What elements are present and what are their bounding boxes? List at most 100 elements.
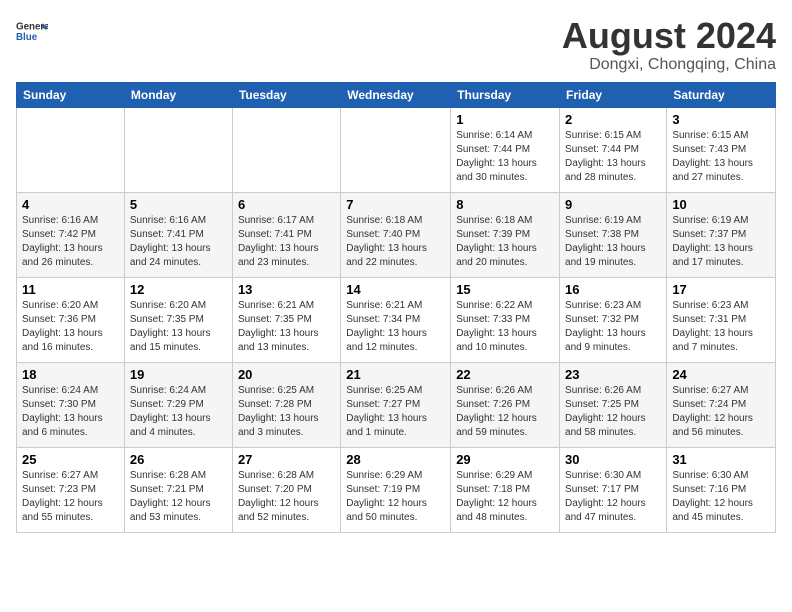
calendar-cell: 24 Sunrise: 6:27 AM Sunset: 7:24 PM Dayli… [667, 362, 776, 447]
day-info: Sunrise: 6:28 AM Sunset: 7:21 PM Dayligh… [130, 469, 227, 525]
calendar-cell: 11Sunrise: 6:20 AM Sunset: 7:36 PM Dayli… [17, 277, 125, 362]
logo: General Blue [16, 16, 48, 48]
weekday-header-thursday: Thursday [451, 82, 560, 107]
day-number: 3 [672, 112, 770, 127]
day-number: 16 [565, 282, 661, 297]
calendar-cell: 15Sunrise: 6:22 AM Sunset: 7:33 PM Dayli… [451, 277, 560, 362]
calendar-cell: 31 Sunrise: 6:30 AM Sunset: 7:16 PM Dayli… [667, 447, 776, 532]
day-number: 2 [565, 112, 661, 127]
day-info: Sunrise: 6:26 AM Sunset: 7:25 PM Dayligh… [565, 384, 661, 440]
calendar-cell: 3Sunrise: 6:15 AM Sunset: 7:43 PM Daylig… [667, 107, 776, 192]
calendar-cell: 29Sunrise: 6:29 AM Sunset: 7:18 PM Dayli… [451, 447, 560, 532]
calendar-table: SundayMondayTuesdayWednesdayThursdayFrid… [16, 82, 776, 533]
calendar-cell: 9 Sunrise: 6:19 AM Sunset: 7:38 PM Daylig… [560, 192, 667, 277]
day-number: 28 [346, 452, 445, 467]
day-number: 29 [456, 452, 554, 467]
day-number: 8 [456, 197, 554, 212]
calendar-week-row: 11Sunrise: 6:20 AM Sunset: 7:36 PM Dayli… [17, 277, 776, 362]
calendar-cell: 17 Sunrise: 6:23 AM Sunset: 7:31 PM Dayli… [667, 277, 776, 362]
day-number: 23 [565, 367, 661, 382]
day-info: Sunrise: 6:20 AM Sunset: 7:35 PM Dayligh… [130, 299, 227, 355]
calendar-cell: 2Sunrise: 6:15 AM Sunset: 7:44 PM Daylig… [560, 107, 667, 192]
calendar-cell: 28 Sunrise: 6:29 AM Sunset: 7:19 PM Dayli… [341, 447, 451, 532]
page-header: General Blue August 2024 Dongxi, Chongqi… [16, 16, 776, 74]
day-number: 11 [22, 282, 119, 297]
calendar-cell: 23 Sunrise: 6:26 AM Sunset: 7:25 PM Dayli… [560, 362, 667, 447]
month-year-title: August 2024 [562, 16, 776, 56]
day-info: Sunrise: 6:27 AM Sunset: 7:24 PM Dayligh… [672, 384, 770, 440]
day-info: Sunrise: 6:30 AM Sunset: 7:16 PM Dayligh… [672, 469, 770, 525]
calendar-cell: 16 Sunrise: 6:23 AM Sunset: 7:32 PM Dayli… [560, 277, 667, 362]
day-info: Sunrise: 6:22 AM Sunset: 7:33 PM Dayligh… [456, 299, 554, 355]
day-info: Sunrise: 6:17 AM Sunset: 7:41 PM Dayligh… [238, 214, 335, 270]
calendar-cell: 10Sunrise: 6:19 AM Sunset: 7:37 PM Dayli… [667, 192, 776, 277]
day-number: 25 [22, 452, 119, 467]
day-info: Sunrise: 6:25 AM Sunset: 7:27 PM Dayligh… [346, 384, 445, 440]
day-number: 21 [346, 367, 445, 382]
calendar-cell: 13 Sunrise: 6:21 AM Sunset: 7:35 PM Dayli… [232, 277, 340, 362]
day-info: Sunrise: 6:16 AM Sunset: 7:42 PM Dayligh… [22, 214, 119, 270]
calendar-cell: 18 Sunrise: 6:24 AM Sunset: 7:30 PM Dayli… [17, 362, 125, 447]
calendar-cell: 5 Sunrise: 6:16 AM Sunset: 7:41 PM Daylig… [124, 192, 232, 277]
weekday-header-saturday: Saturday [667, 82, 776, 107]
day-number: 27 [238, 452, 335, 467]
svg-text:Blue: Blue [16, 32, 38, 43]
calendar-cell: 19 Sunrise: 6:24 AM Sunset: 7:29 PM Dayli… [124, 362, 232, 447]
day-number: 6 [238, 197, 335, 212]
day-info: Sunrise: 6:19 AM Sunset: 7:37 PM Dayligh… [672, 214, 770, 270]
calendar-cell: 30Sunrise: 6:30 AM Sunset: 7:17 PM Dayli… [560, 447, 667, 532]
calendar-cell: 4 Sunrise: 6:16 AM Sunset: 7:42 PM Daylig… [17, 192, 125, 277]
calendar-week-row: 4 Sunrise: 6:16 AM Sunset: 7:42 PM Daylig… [17, 192, 776, 277]
day-number: 20 [238, 367, 335, 382]
weekday-header-tuesday: Tuesday [232, 82, 340, 107]
day-info: Sunrise: 6:24 AM Sunset: 7:30 PM Dayligh… [22, 384, 119, 440]
day-info: Sunrise: 6:23 AM Sunset: 7:31 PM Dayligh… [672, 299, 770, 355]
calendar-cell [341, 107, 451, 192]
day-number: 13 [238, 282, 335, 297]
day-info: Sunrise: 6:16 AM Sunset: 7:41 PM Dayligh… [130, 214, 227, 270]
calendar-cell: 1 Sunrise: 6:14 AM Sunset: 7:44 PM Daylig… [451, 107, 560, 192]
day-info: Sunrise: 6:18 AM Sunset: 7:40 PM Dayligh… [346, 214, 445, 270]
day-number: 12 [130, 282, 227, 297]
calendar-cell [124, 107, 232, 192]
day-number: 26 [130, 452, 227, 467]
calendar-week-row: 18 Sunrise: 6:24 AM Sunset: 7:30 PM Dayli… [17, 362, 776, 447]
title-block: August 2024 Dongxi, Chongqing, China [562, 16, 776, 74]
day-info: Sunrise: 6:27 AM Sunset: 7:23 PM Dayligh… [22, 469, 119, 525]
weekday-header-friday: Friday [560, 82, 667, 107]
day-number: 4 [22, 197, 119, 212]
day-number: 17 [672, 282, 770, 297]
calendar-cell: 27 Sunrise: 6:28 AM Sunset: 7:20 PM Dayli… [232, 447, 340, 532]
day-info: Sunrise: 6:21 AM Sunset: 7:35 PM Dayligh… [238, 299, 335, 355]
day-info: Sunrise: 6:23 AM Sunset: 7:32 PM Dayligh… [565, 299, 661, 355]
day-number: 1 [456, 112, 554, 127]
calendar-cell: 20 Sunrise: 6:25 AM Sunset: 7:28 PM Dayli… [232, 362, 340, 447]
calendar-cell: 12 Sunrise: 6:20 AM Sunset: 7:35 PM Dayli… [124, 277, 232, 362]
day-number: 9 [565, 197, 661, 212]
day-number: 5 [130, 197, 227, 212]
weekday-header-row: SundayMondayTuesdayWednesdayThursdayFrid… [17, 82, 776, 107]
day-info: Sunrise: 6:24 AM Sunset: 7:29 PM Dayligh… [130, 384, 227, 440]
day-number: 31 [672, 452, 770, 467]
logo-icon: General Blue [16, 16, 48, 48]
calendar-week-row: 1 Sunrise: 6:14 AM Sunset: 7:44 PM Daylig… [17, 107, 776, 192]
calendar-cell: 21 Sunrise: 6:25 AM Sunset: 7:27 PM Dayli… [341, 362, 451, 447]
day-info: Sunrise: 6:19 AM Sunset: 7:38 PM Dayligh… [565, 214, 661, 270]
day-info: Sunrise: 6:29 AM Sunset: 7:19 PM Dayligh… [346, 469, 445, 525]
day-number: 19 [130, 367, 227, 382]
day-info: Sunrise: 6:14 AM Sunset: 7:44 PM Dayligh… [456, 129, 554, 185]
day-number: 22 [456, 367, 554, 382]
weekday-header-sunday: Sunday [17, 82, 125, 107]
calendar-week-row: 25 Sunrise: 6:27 AM Sunset: 7:23 PM Dayli… [17, 447, 776, 532]
calendar-cell: 14Sunrise: 6:21 AM Sunset: 7:34 PM Dayli… [341, 277, 451, 362]
day-number: 18 [22, 367, 119, 382]
calendar-cell: 22 Sunrise: 6:26 AM Sunset: 7:26 PM Dayli… [451, 362, 560, 447]
day-info: Sunrise: 6:28 AM Sunset: 7:20 PM Dayligh… [238, 469, 335, 525]
calendar-cell [232, 107, 340, 192]
day-info: Sunrise: 6:30 AM Sunset: 7:17 PM Dayligh… [565, 469, 661, 525]
weekday-header-wednesday: Wednesday [341, 82, 451, 107]
weekday-header-monday: Monday [124, 82, 232, 107]
day-number: 24 [672, 367, 770, 382]
day-info: Sunrise: 6:25 AM Sunset: 7:28 PM Dayligh… [238, 384, 335, 440]
day-info: Sunrise: 6:26 AM Sunset: 7:26 PM Dayligh… [456, 384, 554, 440]
